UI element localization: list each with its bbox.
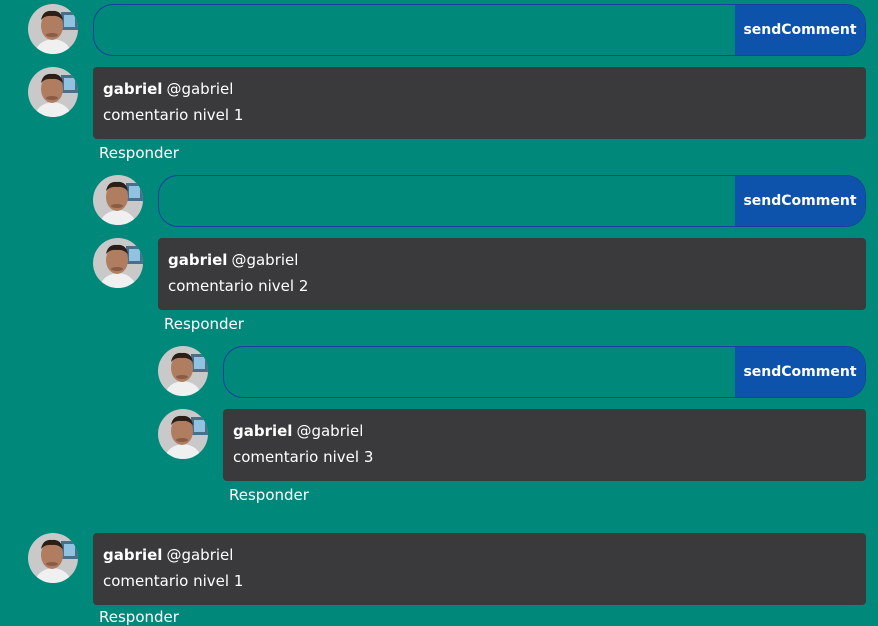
comment-box: gabriel @gabriel comentario nivel 2	[158, 238, 866, 310]
comment-handle: @gabriel	[166, 546, 234, 564]
user-avatar-icon	[93, 238, 143, 288]
comment-handle: @gabriel	[296, 422, 364, 440]
comment-handle: @gabriel	[166, 80, 234, 98]
comment-header: gabriel @gabriel	[168, 250, 856, 270]
user-avatar-icon	[158, 409, 208, 459]
comment-header: gabriel @gabriel	[103, 79, 856, 99]
comment-text: comentario nivel 1	[103, 572, 244, 590]
send-comment-button[interactable]: sendComment	[735, 5, 865, 55]
comment-text: comentario nivel 3	[233, 448, 374, 466]
comment-form: sendComment	[158, 175, 866, 227]
comment-text: comentario nivel 2	[168, 277, 309, 295]
avatar	[158, 346, 208, 396]
reply-link[interactable]: Responder	[229, 486, 309, 504]
reply-link[interactable]: Responder	[164, 315, 244, 333]
avatar	[28, 67, 78, 117]
send-comment-button[interactable]: sendComment	[735, 176, 865, 226]
comment-box: gabriel @gabriel comentario nivel 1	[93, 67, 866, 139]
comment-input[interactable]	[159, 176, 735, 226]
user-avatar-icon	[28, 67, 78, 117]
avatar	[28, 4, 78, 54]
comment-header: gabriel @gabriel	[233, 421, 856, 441]
comment-form: sendComment	[93, 4, 866, 56]
reply-link[interactable]: Responder	[99, 608, 179, 626]
user-avatar-icon	[93, 175, 143, 225]
comment-input[interactable]	[224, 347, 735, 397]
user-avatar-icon	[28, 533, 78, 583]
comment-author: gabriel	[233, 422, 293, 440]
avatar	[158, 409, 208, 459]
comment-handle: @gabriel	[231, 251, 299, 269]
reply-link[interactable]: Responder	[99, 144, 179, 162]
comment-form: sendComment	[223, 346, 866, 398]
user-avatar-icon	[158, 346, 208, 396]
comment-author: gabriel	[168, 251, 228, 269]
comment-author: gabriel	[103, 546, 163, 564]
comment-box: gabriel @gabriel comentario nivel 3	[223, 409, 866, 481]
avatar	[28, 533, 78, 583]
comment-author: gabriel	[103, 80, 163, 98]
comment-input[interactable]	[94, 5, 735, 55]
avatar	[93, 175, 143, 225]
user-avatar-icon	[28, 4, 78, 54]
comment-box: gabriel @gabriel comentario nivel 1	[93, 533, 866, 605]
comment-header: gabriel @gabriel	[103, 545, 856, 565]
avatar	[93, 238, 143, 288]
send-comment-button[interactable]: sendComment	[735, 347, 865, 397]
comment-text: comentario nivel 1	[103, 106, 244, 124]
